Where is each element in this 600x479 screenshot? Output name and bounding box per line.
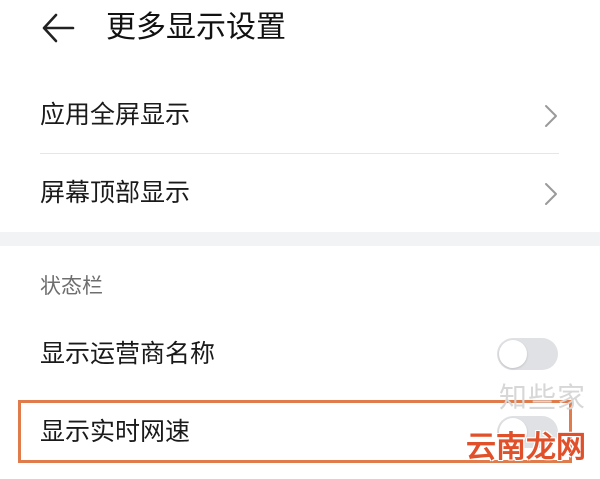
page-title: 更多显示设置: [106, 10, 286, 45]
section-gap: [0, 232, 600, 246]
row-label: 屏幕顶部显示: [40, 178, 191, 207]
row-screen-top-display[interactable]: 屏幕顶部显示: [0, 154, 600, 232]
carrier-name-toggle[interactable]: [497, 338, 558, 370]
header: 更多显示设置: [0, 0, 600, 62]
toggle-knob: [499, 340, 527, 368]
arrow-left-icon: [42, 13, 75, 43]
chevron-right-icon: [545, 105, 557, 127]
section-title-status-bar: 状态栏: [40, 274, 103, 298]
back-button[interactable]: [40, 10, 80, 46]
chevron-right-icon: [545, 183, 557, 205]
row-label: 显示实时网速: [40, 417, 191, 446]
row-show-carrier-name: 显示运营商名称: [0, 318, 600, 390]
row-app-fullscreen[interactable]: 应用全屏显示: [0, 80, 600, 154]
row-label: 显示运营商名称: [40, 339, 216, 368]
watermark-bottom: 云南龙网: [466, 430, 586, 465]
more-display-settings-page: 更多显示设置 应用全屏显示 屏幕顶部显示 状态栏 显示运营商名称 显示实时网速 …: [0, 0, 600, 479]
row-label: 应用全屏显示: [40, 100, 191, 129]
watermark-top: 知些家: [498, 381, 586, 414]
